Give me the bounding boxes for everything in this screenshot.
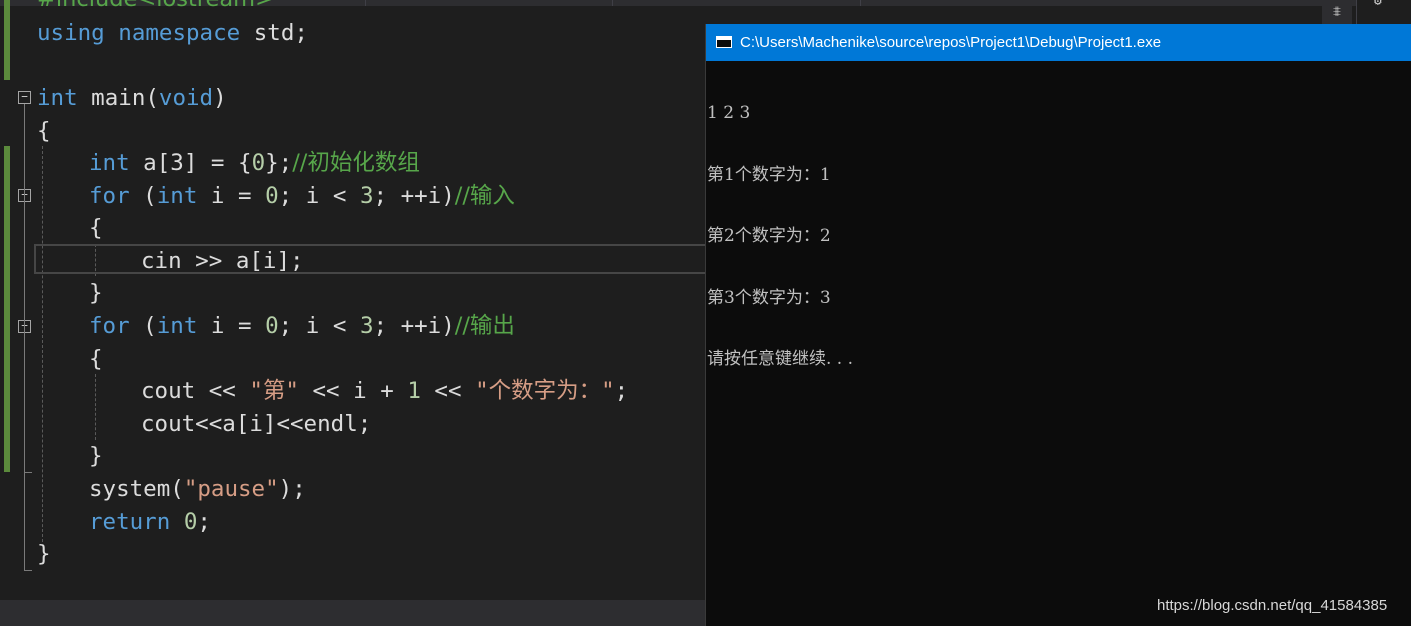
- code-token: int: [89, 150, 130, 176]
- code-token: 0: [265, 183, 279, 209]
- console-line: 请按任意键继续. . .: [707, 349, 854, 369]
- code-token: for: [89, 183, 130, 209]
- code-line-using[interactable]: using namespace std;: [37, 17, 308, 49]
- change-marker: [4, 146, 10, 472]
- code-token: "第": [249, 378, 299, 404]
- tab-divider: [612, 0, 613, 6]
- code-line-for-input-open[interactable]: {: [89, 212, 103, 244]
- console-window[interactable]: C:\Users\Machenike\source\repos\Project1…: [705, 24, 1411, 626]
- console-line: 第3个数字为：3: [707, 287, 831, 308]
- watermark: https://blog.csdn.net/qq_41584385: [1157, 597, 1388, 614]
- code-token: 3: [359, 313, 374, 339]
- code-token: 0: [265, 313, 279, 339]
- code-line-for-output-open[interactable]: {: [89, 343, 103, 375]
- code-line-main-close-brace[interactable]: }: [37, 538, 51, 570]
- code-token: cout<<a[i]<<endl;: [141, 411, 372, 437]
- code-token: int: [37, 85, 78, 111]
- code-line-main-open-brace[interactable]: {: [37, 115, 51, 147]
- code-line-for-input[interactable]: for (int i = 0; i < 3; ++i)//输入: [89, 180, 515, 212]
- code-token: for: [89, 313, 130, 339]
- code-token: ): [213, 85, 227, 111]
- console-line: 第2个数字为：2: [707, 226, 831, 246]
- code-token: (: [129, 313, 157, 339]
- console-title-bar[interactable]: C:\Users\Machenike\source\repos\Project1…: [706, 24, 1411, 61]
- code-token: ;: [197, 509, 211, 535]
- code-token: {: [89, 215, 103, 241]
- code-token: }: [37, 541, 51, 567]
- console-title: C:\Users\Machenike\source\repos\Project1…: [740, 34, 1162, 51]
- console-window-icon: [716, 36, 732, 48]
- code-token: << i +: [298, 378, 408, 404]
- code-token: "pause": [183, 476, 279, 502]
- side-panel: [1356, 0, 1411, 24]
- code-token: ; i <: [278, 183, 360, 209]
- code-line-include[interactable]: #include<iostream>: [37, 0, 274, 15]
- code-token: int: [156, 183, 198, 209]
- code-token: cout <<: [141, 378, 250, 404]
- code-line-system-pause[interactable]: system("pause");: [89, 473, 306, 505]
- code-token: i =: [197, 313, 266, 339]
- code-token: using: [37, 20, 105, 46]
- code-token: );: [278, 476, 306, 502]
- fold-toggle-main[interactable]: −: [18, 91, 31, 104]
- code-token: }: [89, 280, 103, 306]
- code-token: main(: [77, 85, 159, 111]
- code-token: 0: [183, 509, 198, 535]
- tab-divider: [365, 0, 366, 6]
- code-token: {: [89, 346, 103, 372]
- change-marker: [4, 0, 10, 80]
- code-token: ; ++i): [373, 183, 455, 209]
- console-output: 1 2 3 第1个数字为：1 第2个数字为：2 第3个数字为：3 请按任意键继续…: [707, 62, 853, 411]
- code-token: };: [265, 150, 293, 176]
- code-token: ;: [614, 378, 629, 404]
- code-token: ; ++i): [373, 313, 455, 339]
- code-token: system(: [89, 476, 184, 502]
- gear-icon[interactable]: ⚙: [1374, 0, 1382, 9]
- code-token: 1: [407, 378, 421, 404]
- code-token: int: [156, 313, 198, 339]
- indent-guide: [95, 374, 96, 440]
- code-token: //初始化数组: [292, 150, 420, 176]
- code-line-cin[interactable]: cin >> a[i];: [141, 245, 304, 277]
- code-line-for-output-close[interactable]: }: [89, 440, 103, 472]
- code-token: i =: [197, 183, 266, 209]
- code-token: {: [37, 118, 51, 144]
- code-token: "个数字为：": [475, 378, 615, 404]
- code-token: 0: [251, 150, 266, 176]
- code-line-array-init[interactable]: int a[3] = {0};//初始化数组: [89, 147, 420, 179]
- code-line-main[interactable]: int main(void): [37, 82, 227, 114]
- code-token: cin >> a[i];: [141, 248, 304, 274]
- code-token: a[3] = {: [129, 150, 252, 176]
- code-token: 3: [359, 183, 374, 209]
- code-token: }: [89, 443, 103, 469]
- code-token: ; i <: [278, 313, 360, 339]
- code-line-for-input-close[interactable]: }: [89, 277, 103, 309]
- tab-divider: [860, 0, 861, 6]
- indent-guide: [42, 146, 43, 542]
- fold-end: [24, 472, 32, 473]
- fold-end: [24, 570, 32, 571]
- code-token: (: [129, 183, 157, 209]
- code-token: #include<iostream>: [37, 0, 274, 12]
- code-token: return: [89, 509, 171, 535]
- code-token: std;: [240, 20, 308, 46]
- code-line-cout-label[interactable]: cout << "第" << i + 1 << "个数字为：";: [141, 375, 628, 407]
- current-line-highlight: [34, 244, 710, 274]
- horizontal-scrollbar[interactable]: [0, 600, 706, 626]
- code-token: <<: [420, 378, 476, 404]
- code-token: //输出: [454, 313, 515, 339]
- code-token: void: [158, 85, 214, 111]
- code-line-for-output[interactable]: for (int i = 0; i < 3; ++i)//输出: [89, 310, 515, 342]
- code-token: namespace: [118, 20, 241, 46]
- console-line: 第1个数字为：1: [707, 164, 831, 185]
- console-line: 1 2 3: [707, 103, 751, 123]
- fold-line: [24, 104, 25, 570]
- code-token: //输入: [454, 183, 515, 209]
- code-line-cout-value[interactable]: cout<<a[i]<<endl;: [141, 408, 371, 440]
- code-line-return[interactable]: return 0;: [89, 506, 211, 538]
- split-editor-icon[interactable]: ⩨: [1330, 4, 1344, 20]
